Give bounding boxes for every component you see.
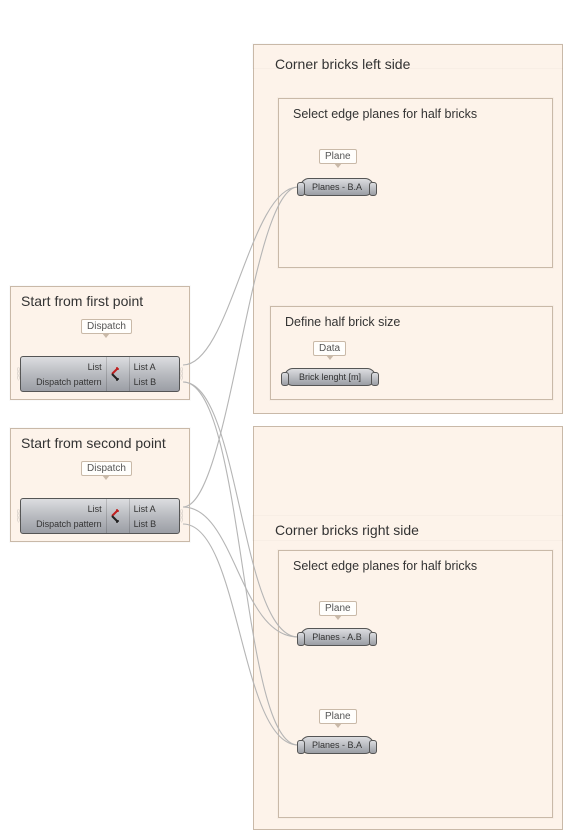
param-input-nub[interactable] (297, 740, 305, 754)
caption-plane-top: Plane (319, 149, 357, 164)
group-select-edge-top-title: Select edge planes for half bricks (293, 107, 477, 121)
grip-icon: (((((( (15, 357, 23, 391)
param-label: Brick lenght [m] (299, 372, 361, 382)
canvas[interactable]: Corner bricks left side Corner bricks ri… (0, 0, 563, 832)
grip-icon: )))))) (177, 357, 185, 391)
group-start-first-title: Start from first point (21, 293, 143, 309)
port-in-pattern[interactable]: Dispatch pattern (21, 518, 106, 530)
port-out-b[interactable]: List B (130, 376, 179, 388)
param-output-nub[interactable] (371, 372, 379, 386)
port-out-a[interactable]: List A (130, 503, 179, 515)
param-label: Planes - B.A (312, 182, 362, 192)
component-dispatch-2[interactable]: (((((( List Dispatch pattern List A List… (20, 498, 180, 534)
grip-icon: (((((( (15, 499, 23, 533)
param-planes-ba-top[interactable]: Planes - B.A (300, 178, 374, 196)
group-define-half-brick-title: Define half brick size (285, 315, 400, 329)
caption-dispatch-1: Dispatch (81, 319, 132, 334)
port-out-b[interactable]: List B (130, 518, 179, 530)
caption-dispatch-2: Dispatch (81, 461, 132, 476)
region-title-left: Corner bricks left side (275, 56, 410, 72)
port-in-list[interactable]: List (21, 503, 106, 515)
param-planes-ba-bottom[interactable]: Planes - B.A (300, 736, 374, 754)
param-input-nub[interactable] (281, 372, 289, 386)
port-out-a[interactable]: List A (130, 361, 179, 373)
port-in-pattern[interactable]: Dispatch pattern (21, 376, 106, 388)
param-output-nub[interactable] (369, 632, 377, 646)
param-brick-length[interactable]: Brick lenght [m] (284, 368, 376, 386)
group-start-second-title: Start from second point (21, 435, 166, 451)
group-select-edge-bottom-title: Select edge planes for half bricks (293, 559, 477, 573)
param-input-nub[interactable] (297, 182, 305, 196)
caption-plane-mid: Plane (319, 601, 357, 616)
param-output-nub[interactable] (369, 182, 377, 196)
caption-plane-bot: Plane (319, 709, 357, 724)
port-in-list[interactable]: List (21, 361, 106, 373)
param-planes-ab[interactable]: Planes - A.B (300, 628, 374, 646)
component-dispatch-1[interactable]: (((((( List Dispatch pattern List A List… (20, 356, 180, 392)
dispatch-icon (110, 366, 126, 382)
param-input-nub[interactable] (297, 632, 305, 646)
caption-data: Data (313, 341, 346, 356)
param-label: Planes - B.A (312, 740, 362, 750)
group-select-edge-bottom[interactable]: Select edge planes for half bricks Plane… (278, 550, 553, 818)
param-output-nub[interactable] (369, 740, 377, 754)
param-label: Planes - A.B (312, 632, 362, 642)
grip-icon: )))))) (177, 499, 185, 533)
region-title-right: Corner bricks right side (275, 522, 419, 538)
dispatch-icon (110, 508, 126, 524)
